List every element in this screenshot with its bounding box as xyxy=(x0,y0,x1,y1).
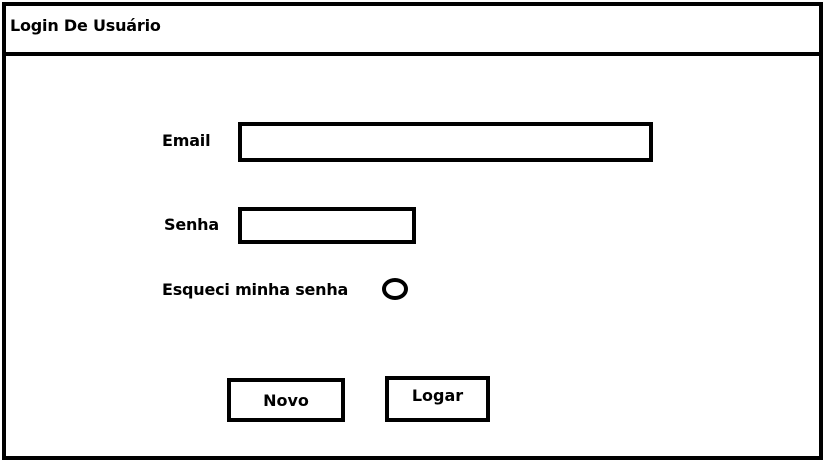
title-bar: Login De Usuário xyxy=(6,6,819,56)
login-button[interactable]: Logar xyxy=(385,376,490,422)
email-label: Email xyxy=(162,131,211,150)
new-button[interactable]: Novo xyxy=(227,378,345,422)
password-label: Senha xyxy=(164,215,219,234)
password-field[interactable] xyxy=(238,207,416,244)
forgot-password-label: Esqueci minha senha xyxy=(162,280,349,299)
email-field[interactable] xyxy=(238,122,653,162)
window-title: Login De Usuário xyxy=(10,16,161,35)
forgot-password-radio[interactable] xyxy=(382,278,408,300)
